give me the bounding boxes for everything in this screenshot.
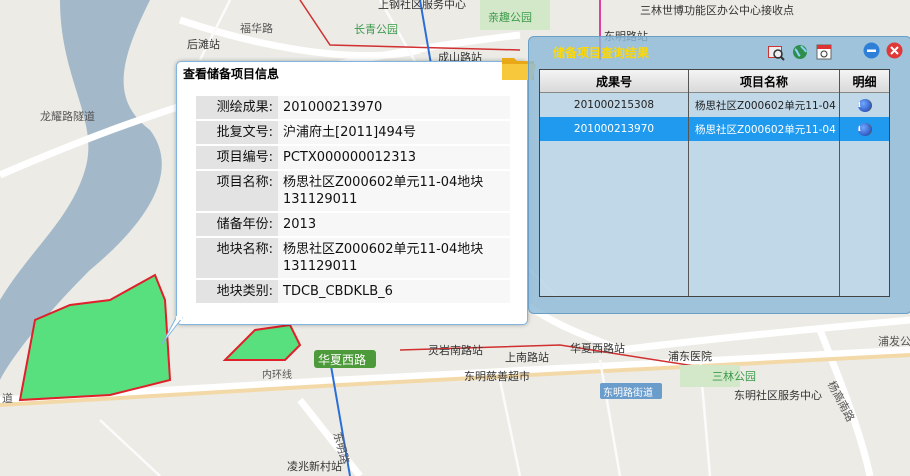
map-label-shangnan: 上南路站 <box>505 351 549 364</box>
cell-project-name: 杨思社区Z000602单元11-04 <box>689 93 840 117</box>
col-header-result-no[interactable]: 成果号 <box>540 70 689 92</box>
table-row[interactable]: 201000213970 杨思社区Z000602单元11-04 i <box>540 117 889 141</box>
map-label-huaxia-station: 华夏西路站 <box>570 342 625 355</box>
info-row: 地块类别: TDCB_CBDKLB_6 <box>196 280 510 303</box>
project-info-popup: 查看储备项目信息 测绘成果: 201000213970 批复文号: 沪浦府土[2011… <box>176 61 528 325</box>
map-label-pudong-hospital: 浦东医院 <box>668 350 712 363</box>
cell-detail: i <box>840 117 889 141</box>
map-label-pudong-short: 浦发公 <box>878 335 910 348</box>
cell-project-name: 杨思社区Z000602单元11-04 <box>689 117 840 141</box>
info-label: 项目编号: <box>196 146 278 169</box>
grid-header: 成果号 项目名称 明细 <box>540 70 889 93</box>
info-icon[interactable]: i <box>857 98 872 112</box>
info-value: PCTX000000012313 <box>278 146 510 169</box>
info-label: 储备年份: <box>196 213 278 236</box>
map-label-huaxia-west: 华夏西路 <box>318 353 367 367</box>
col-header-detail[interactable]: 明细 <box>840 70 889 92</box>
map-label-fuhua: 福华路 <box>240 22 273 35</box>
table-row[interactable]: 201000215308 杨思社区Z000602单元11-04 i <box>540 93 889 117</box>
map-label-inner-ring: 内环线 <box>262 370 292 381</box>
cell-detail: i <box>840 93 889 117</box>
info-value: 沪浦府土[2011]494号 <box>278 121 510 144</box>
map-label-sanlin-world: 三林世博功能区办公中心接收点 <box>640 4 794 17</box>
popup-pointer <box>161 316 184 345</box>
calendar-icon[interactable] <box>815 43 833 61</box>
info-label: 批复文号: <box>196 121 278 144</box>
info-row: 储备年份: 2013 <box>196 213 510 236</box>
info-label: 地块类别: <box>196 280 278 303</box>
map-label-lingzhao: 凌兆新村站 <box>287 460 342 473</box>
info-row: 批复文号: 沪浦府土[2011]494号 <box>196 121 510 144</box>
info-value: 杨思社区Z000602单元11-04地块131129011 <box>278 171 510 211</box>
info-row: 项目名称: 杨思社区Z000602单元11-04地块131129011 <box>196 171 510 211</box>
info-value: TDCB_CBDKLB_6 <box>278 280 510 303</box>
info-row: 项目编号: PCTX000000012313 <box>196 146 510 169</box>
info-icon[interactable]: i <box>857 122 872 136</box>
info-label: 地块名称: <box>196 238 278 278</box>
query-results-panel: 储备项目查询结果 成果号 项目名称 明细 201000215308 杨思社区Z00… <box>528 36 910 314</box>
map-label-dongming-service: 东明社区服务中心 <box>734 389 822 402</box>
search-map-icon[interactable] <box>767 43 785 61</box>
info-value: 2013 <box>278 213 510 236</box>
popup-title: 查看储备项目信息 <box>183 67 280 81</box>
info-value: 杨思社区Z000602单元11-04地块131129011 <box>278 238 510 278</box>
cell-result-no: 201000215308 <box>540 93 689 117</box>
map-label-shanggang: 上钢社区服务中心 <box>378 0 466 11</box>
info-label: 测绘成果: <box>196 96 278 119</box>
info-label: 项目名称: <box>196 171 278 211</box>
map-label-dongming-super: 东明慈善超市 <box>464 370 530 383</box>
panel-title: 储备项目查询结果 <box>553 46 650 60</box>
grid-body: 201000215308 杨思社区Z000602单元11-04 i 201000213… <box>540 93 889 141</box>
map-label-lingyan: 灵岩南路站 <box>428 344 483 357</box>
info-value: 201000213970 <box>278 96 510 119</box>
info-row: 地块名称: 杨思社区Z000602单元11-04地块131129011 <box>196 238 510 278</box>
map-label-dongming-street: 东明路街道 <box>603 388 653 399</box>
map-label-road-left: 道 <box>2 392 13 405</box>
map-label-longyao: 龙耀路隧道 <box>40 110 95 123</box>
map-label-sanlin-park: 三林公园 <box>712 370 756 383</box>
col-header-project-name[interactable]: 项目名称 <box>689 70 840 92</box>
minimize-icon[interactable] <box>863 42 880 59</box>
map-label-qinqu: 亲趣公园 <box>488 11 532 24</box>
project-info-table: 测绘成果: 201000213970 批复文号: 沪浦府土[2011]494号 项目编号… <box>196 94 510 305</box>
info-row: 测绘成果: 201000213970 <box>196 96 510 119</box>
map-label-houtan: 后滩站 <box>187 38 220 51</box>
cell-result-no: 201000213970 <box>540 117 689 141</box>
results-grid: 成果号 项目名称 明细 201000215308 杨思社区Z000602单元11-… <box>539 69 890 297</box>
globe-icon[interactable] <box>791 43 809 61</box>
close-icon[interactable] <box>886 42 903 59</box>
map-label-changqing: 长青公园 <box>354 23 398 36</box>
